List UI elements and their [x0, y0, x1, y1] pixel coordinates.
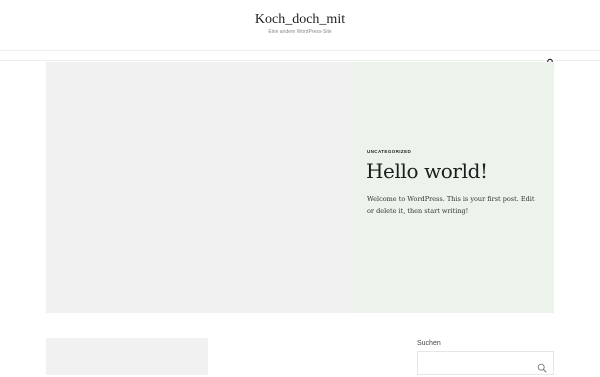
site-header: Koch_doch_mit Eine andere WordPress-Site	[0, 0, 600, 50]
search-submit-icon[interactable]	[537, 358, 547, 373]
post-excerpt: Welcome to WordPress. This is your first…	[367, 195, 535, 215]
nav-bar	[0, 50, 600, 66]
search-icon[interactable]	[546, 52, 556, 66]
post-title-link[interactable]: Hello world!	[366, 159, 488, 183]
featured-post-panel: UNCATEGORIZED Hello world! Welcome to Wo…	[351, 62, 554, 313]
featured-image-placeholder[interactable]	[46, 62, 351, 313]
post-thumbnail-placeholder[interactable]	[46, 338, 208, 375]
featured-post: UNCATEGORIZED Hello world! Welcome to Wo…	[46, 62, 554, 313]
search-widget-label: Suchen	[417, 340, 441, 347]
post-category-link[interactable]: UNCATEGORIZED	[367, 149, 411, 154]
search-widget	[417, 351, 554, 375]
site-tagline: Eine andere WordPress-Site	[268, 29, 332, 35]
site-title[interactable]: Koch_doch_mit	[0, 12, 600, 28]
search-input[interactable]	[418, 352, 528, 374]
